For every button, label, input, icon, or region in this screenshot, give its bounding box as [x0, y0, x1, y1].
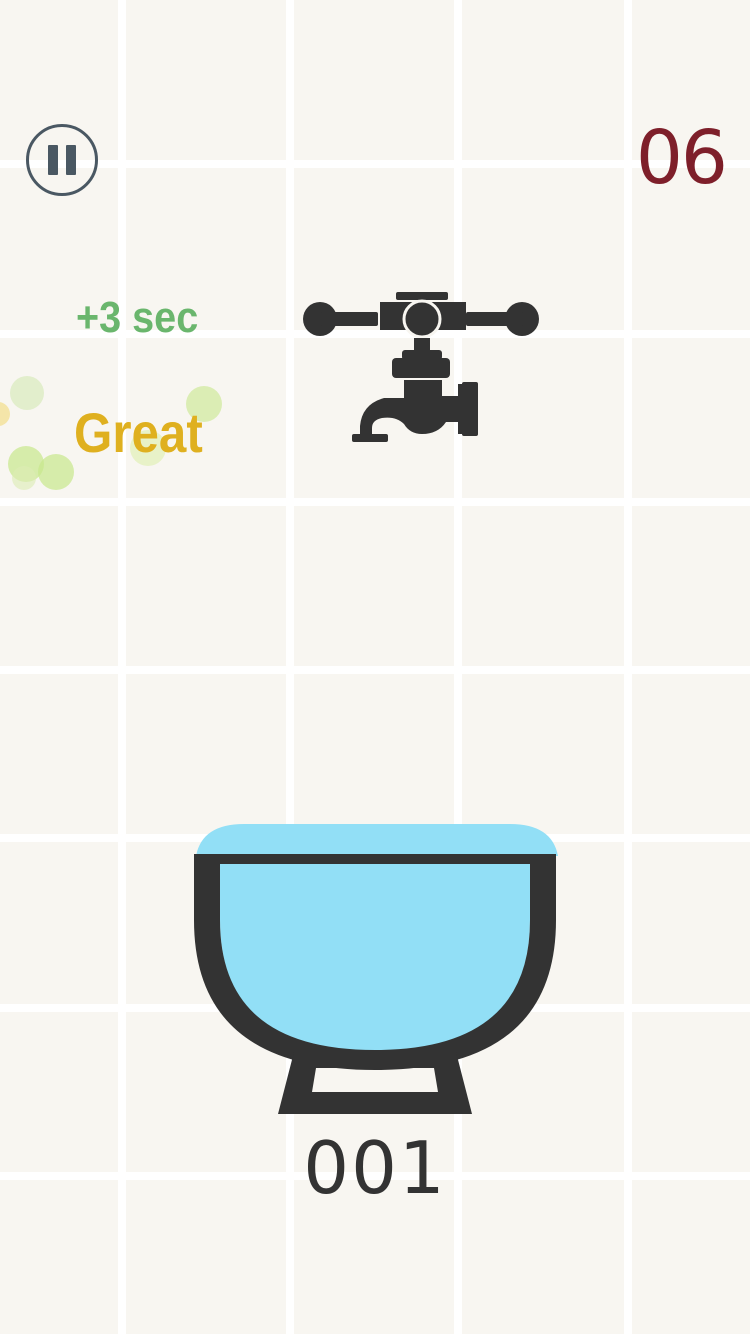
sparkle [38, 454, 74, 490]
grid-line [0, 666, 750, 674]
time-bonus-text: +3 sec [76, 293, 199, 342]
rating-text: Great [74, 401, 203, 464]
pause-button[interactable] [26, 124, 98, 196]
sparkle [0, 402, 10, 426]
faucet-icon[interactable] [300, 288, 544, 452]
timer: 06 [635, 115, 728, 201]
sparkle [10, 376, 44, 410]
score-counter: 001 [303, 1126, 447, 1210]
game-stage: 06 +3 sec Great 001 [0, 0, 750, 1334]
water-bowl [194, 824, 558, 1114]
grid-line [0, 498, 750, 506]
sparkle [12, 466, 36, 490]
